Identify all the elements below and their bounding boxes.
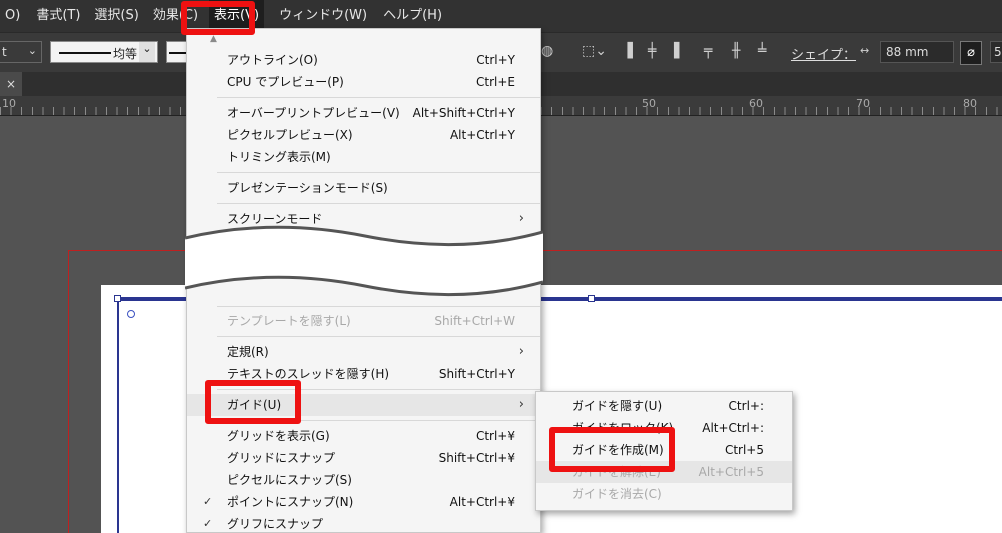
menu-item-presentation-mode[interactable]: プレゼンテーションモード(S) bbox=[187, 177, 540, 199]
menu-cut-marker bbox=[185, 225, 543, 297]
stroke-profile-dropdown-2[interactable] bbox=[166, 41, 188, 63]
menu-item-snap-to-glyph[interactable]: ✓ グリフにスナップ bbox=[187, 513, 540, 533]
menu-item-snap-to-grid[interactable]: グリッドにスナップ Shift+Ctrl+¥ bbox=[187, 447, 540, 469]
selection-handle[interactable] bbox=[114, 295, 121, 302]
ruler-label: 60 bbox=[749, 97, 763, 110]
stroke-style-label: 均等 bbox=[113, 47, 138, 61]
align-middle-icon[interactable]: ╫ bbox=[732, 43, 740, 59]
menu-separator bbox=[217, 172, 540, 173]
shape-label: シェイプ： bbox=[791, 48, 857, 63]
menu-item-snap-to-point[interactable]: ✓ ポイントにスナップ(N) Alt+Ctrl+¥ bbox=[187, 491, 540, 513]
menu-item-snap-to-pixel[interactable]: ピクセルにスナップ(S) bbox=[187, 469, 540, 491]
menu-item-outline[interactable]: アウトライン(O) Ctrl+Y bbox=[187, 49, 540, 71]
align-left-icon[interactable]: ▐ bbox=[622, 43, 633, 59]
chevron-right-icon: › bbox=[518, 397, 524, 412]
menu-separator bbox=[217, 97, 540, 98]
menu-item-pixel-preview[interactable]: ピクセルプレビュー(X) Alt+Ctrl+Y bbox=[187, 124, 540, 146]
transform-icon[interactable]: ⬚⌄ bbox=[582, 43, 607, 59]
close-icon[interactable]: × bbox=[0, 72, 22, 96]
stroke-line-icon bbox=[169, 52, 187, 54]
align-right-icon[interactable]: ▌ bbox=[674, 43, 685, 59]
menu-object[interactable]: O) bbox=[0, 0, 25, 32]
stroke-profile-dropdown[interactable]: 均等 ⌄ bbox=[50, 41, 158, 63]
link-proportions-icon[interactable]: ⌀ bbox=[960, 41, 982, 65]
submenu-item-clear-guides: ガイドを消去(C) bbox=[572, 487, 662, 501]
globe-icon[interactable]: ◍ bbox=[541, 43, 553, 59]
menu-separator bbox=[217, 336, 540, 337]
callout-guides-item bbox=[205, 380, 301, 424]
caret-up-icon: ▲ bbox=[210, 34, 217, 44]
menu-item-trim-view[interactable]: トリミング表示(M) bbox=[187, 146, 540, 168]
callout-view-menu bbox=[181, 1, 255, 35]
chevron-down-icon: ⌄ bbox=[139, 42, 155, 62]
ruler-label: 70 bbox=[856, 97, 870, 110]
stroke-line-icon bbox=[59, 52, 111, 54]
ruler-label: 10 bbox=[2, 97, 16, 110]
view-menu-dropdown: ▲ アウトライン(O) Ctrl+Y CPU でプレビュー(P) Ctrl+E … bbox=[185, 28, 543, 533]
height-input[interactable]: 5 bbox=[990, 41, 1002, 63]
menu-select[interactable]: 選択(S) bbox=[89, 0, 143, 32]
checkmark-icon: ✓ bbox=[203, 517, 213, 530]
ruler-label: 80 bbox=[963, 97, 977, 110]
align-bottom-icon[interactable]: ╧ bbox=[758, 43, 766, 59]
menu-item-cpu-preview[interactable]: CPU でプレビュー(P) Ctrl+E bbox=[187, 71, 540, 93]
align-center-icon[interactable]: ╪ bbox=[648, 43, 656, 59]
menu-separator bbox=[217, 203, 540, 204]
chevron-right-icon: › bbox=[518, 344, 524, 359]
callout-make-guides bbox=[549, 427, 675, 472]
width-input[interactable]: 88 mm bbox=[880, 41, 954, 63]
width-icon: ↔ bbox=[860, 44, 870, 57]
menu-item-hide-template: テンプレートを隠す(L) Shift+Ctrl+W bbox=[227, 314, 515, 328]
selection-handle[interactable] bbox=[588, 295, 595, 302]
menu-separator bbox=[217, 306, 540, 307]
brush-dropdown[interactable]: t ⌄ bbox=[0, 41, 42, 63]
chevron-down-icon: ⌄ bbox=[27, 44, 37, 57]
ruler-label: 50 bbox=[642, 97, 656, 110]
frame-target-icon bbox=[127, 310, 135, 318]
align-top-icon[interactable]: ╤ bbox=[704, 43, 712, 59]
checkmark-icon: ✓ bbox=[203, 495, 213, 508]
submenu-item-hide-guides[interactable]: ガイドを隠す(U) Ctrl+: bbox=[536, 395, 792, 417]
menu-item-overprint-preview[interactable]: オーバープリントプレビュー(V) Alt+Shift+Ctrl+Y bbox=[187, 102, 540, 124]
menu-item-rulers[interactable]: 定規(R) › bbox=[187, 341, 540, 363]
menu-item-show-grid[interactable]: グリッドを表示(G) Ctrl+¥ bbox=[187, 425, 540, 447]
menu-type[interactable]: 書式(T) bbox=[31, 0, 85, 32]
